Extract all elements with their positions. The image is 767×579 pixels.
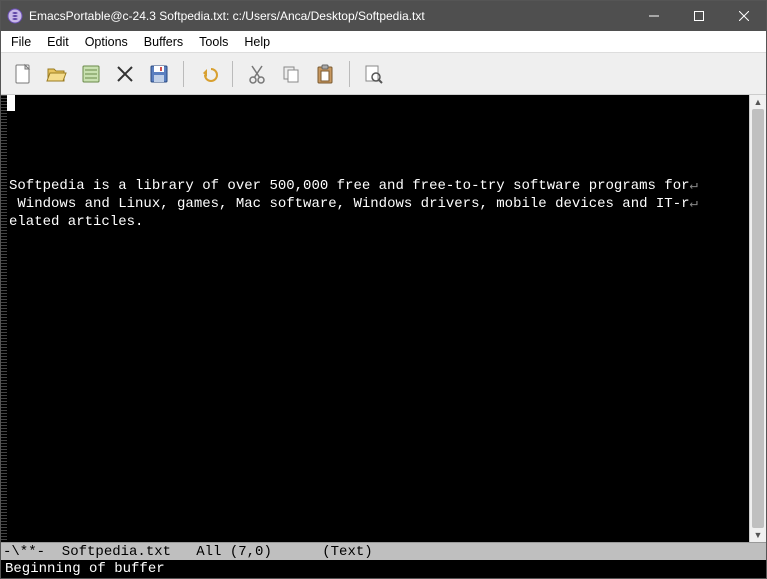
save-icon xyxy=(148,63,170,85)
menu-buffers[interactable]: Buffers xyxy=(136,33,191,51)
open-file-button[interactable] xyxy=(41,58,73,90)
undo-button[interactable] xyxy=(192,58,224,90)
close-icon xyxy=(114,63,136,85)
undo-icon xyxy=(197,63,219,85)
toolbar-separator xyxy=(232,61,233,87)
text-cursor xyxy=(7,95,15,111)
client-area: Softpedia is a library of over 500,000 f… xyxy=(1,95,766,578)
minimize-button[interactable] xyxy=(631,1,676,31)
text-editor[interactable]: Softpedia is a library of over 500,000 f… xyxy=(7,95,749,542)
app-icon xyxy=(7,8,23,24)
dired-icon xyxy=(80,63,102,85)
echo-area: Beginning of buffer xyxy=(1,560,766,578)
menubar: File Edit Options Buffers Tools Help xyxy=(1,31,766,53)
toolbar xyxy=(1,53,766,95)
titlebar: EmacsPortable@c-24.3 Softpedia.txt: c:/U… xyxy=(1,1,766,31)
cut-button[interactable] xyxy=(241,58,273,90)
menu-tools[interactable]: Tools xyxy=(191,33,236,51)
buffer-text: Softpedia is a library of over 500,000 f… xyxy=(9,177,747,231)
toolbar-separator xyxy=(183,61,184,87)
close-button[interactable] xyxy=(721,1,766,31)
new-file-button[interactable] xyxy=(7,58,39,90)
kill-buffer-button[interactable] xyxy=(109,58,141,90)
scroll-up-arrow[interactable]: ▲ xyxy=(750,95,766,109)
menu-options[interactable]: Options xyxy=(77,33,136,51)
search-button[interactable] xyxy=(358,58,390,90)
copy-icon xyxy=(280,63,302,85)
scrollbar-thumb[interactable] xyxy=(752,109,764,528)
window-title: EmacsPortable@c-24.3 Softpedia.txt: c:/U… xyxy=(29,9,425,23)
paste-button[interactable] xyxy=(309,58,341,90)
mode-line[interactable]: -\**- Softpedia.txt All (7,0) (Text) xyxy=(1,542,766,560)
cut-icon xyxy=(246,63,268,85)
scroll-down-arrow[interactable]: ▼ xyxy=(750,528,766,542)
save-button[interactable] xyxy=(143,58,175,90)
maximize-button[interactable] xyxy=(676,1,721,31)
open-file-icon xyxy=(46,63,68,85)
new-file-icon xyxy=(12,63,34,85)
copy-button[interactable] xyxy=(275,58,307,90)
menu-file[interactable]: File xyxy=(5,33,39,51)
toolbar-separator xyxy=(349,61,350,87)
search-icon xyxy=(363,63,385,85)
menu-edit[interactable]: Edit xyxy=(39,33,77,51)
dired-button[interactable] xyxy=(75,58,107,90)
paste-icon xyxy=(314,63,336,85)
vertical-scrollbar[interactable]: ▲ ▼ xyxy=(749,95,766,542)
menu-help[interactable]: Help xyxy=(236,33,278,51)
